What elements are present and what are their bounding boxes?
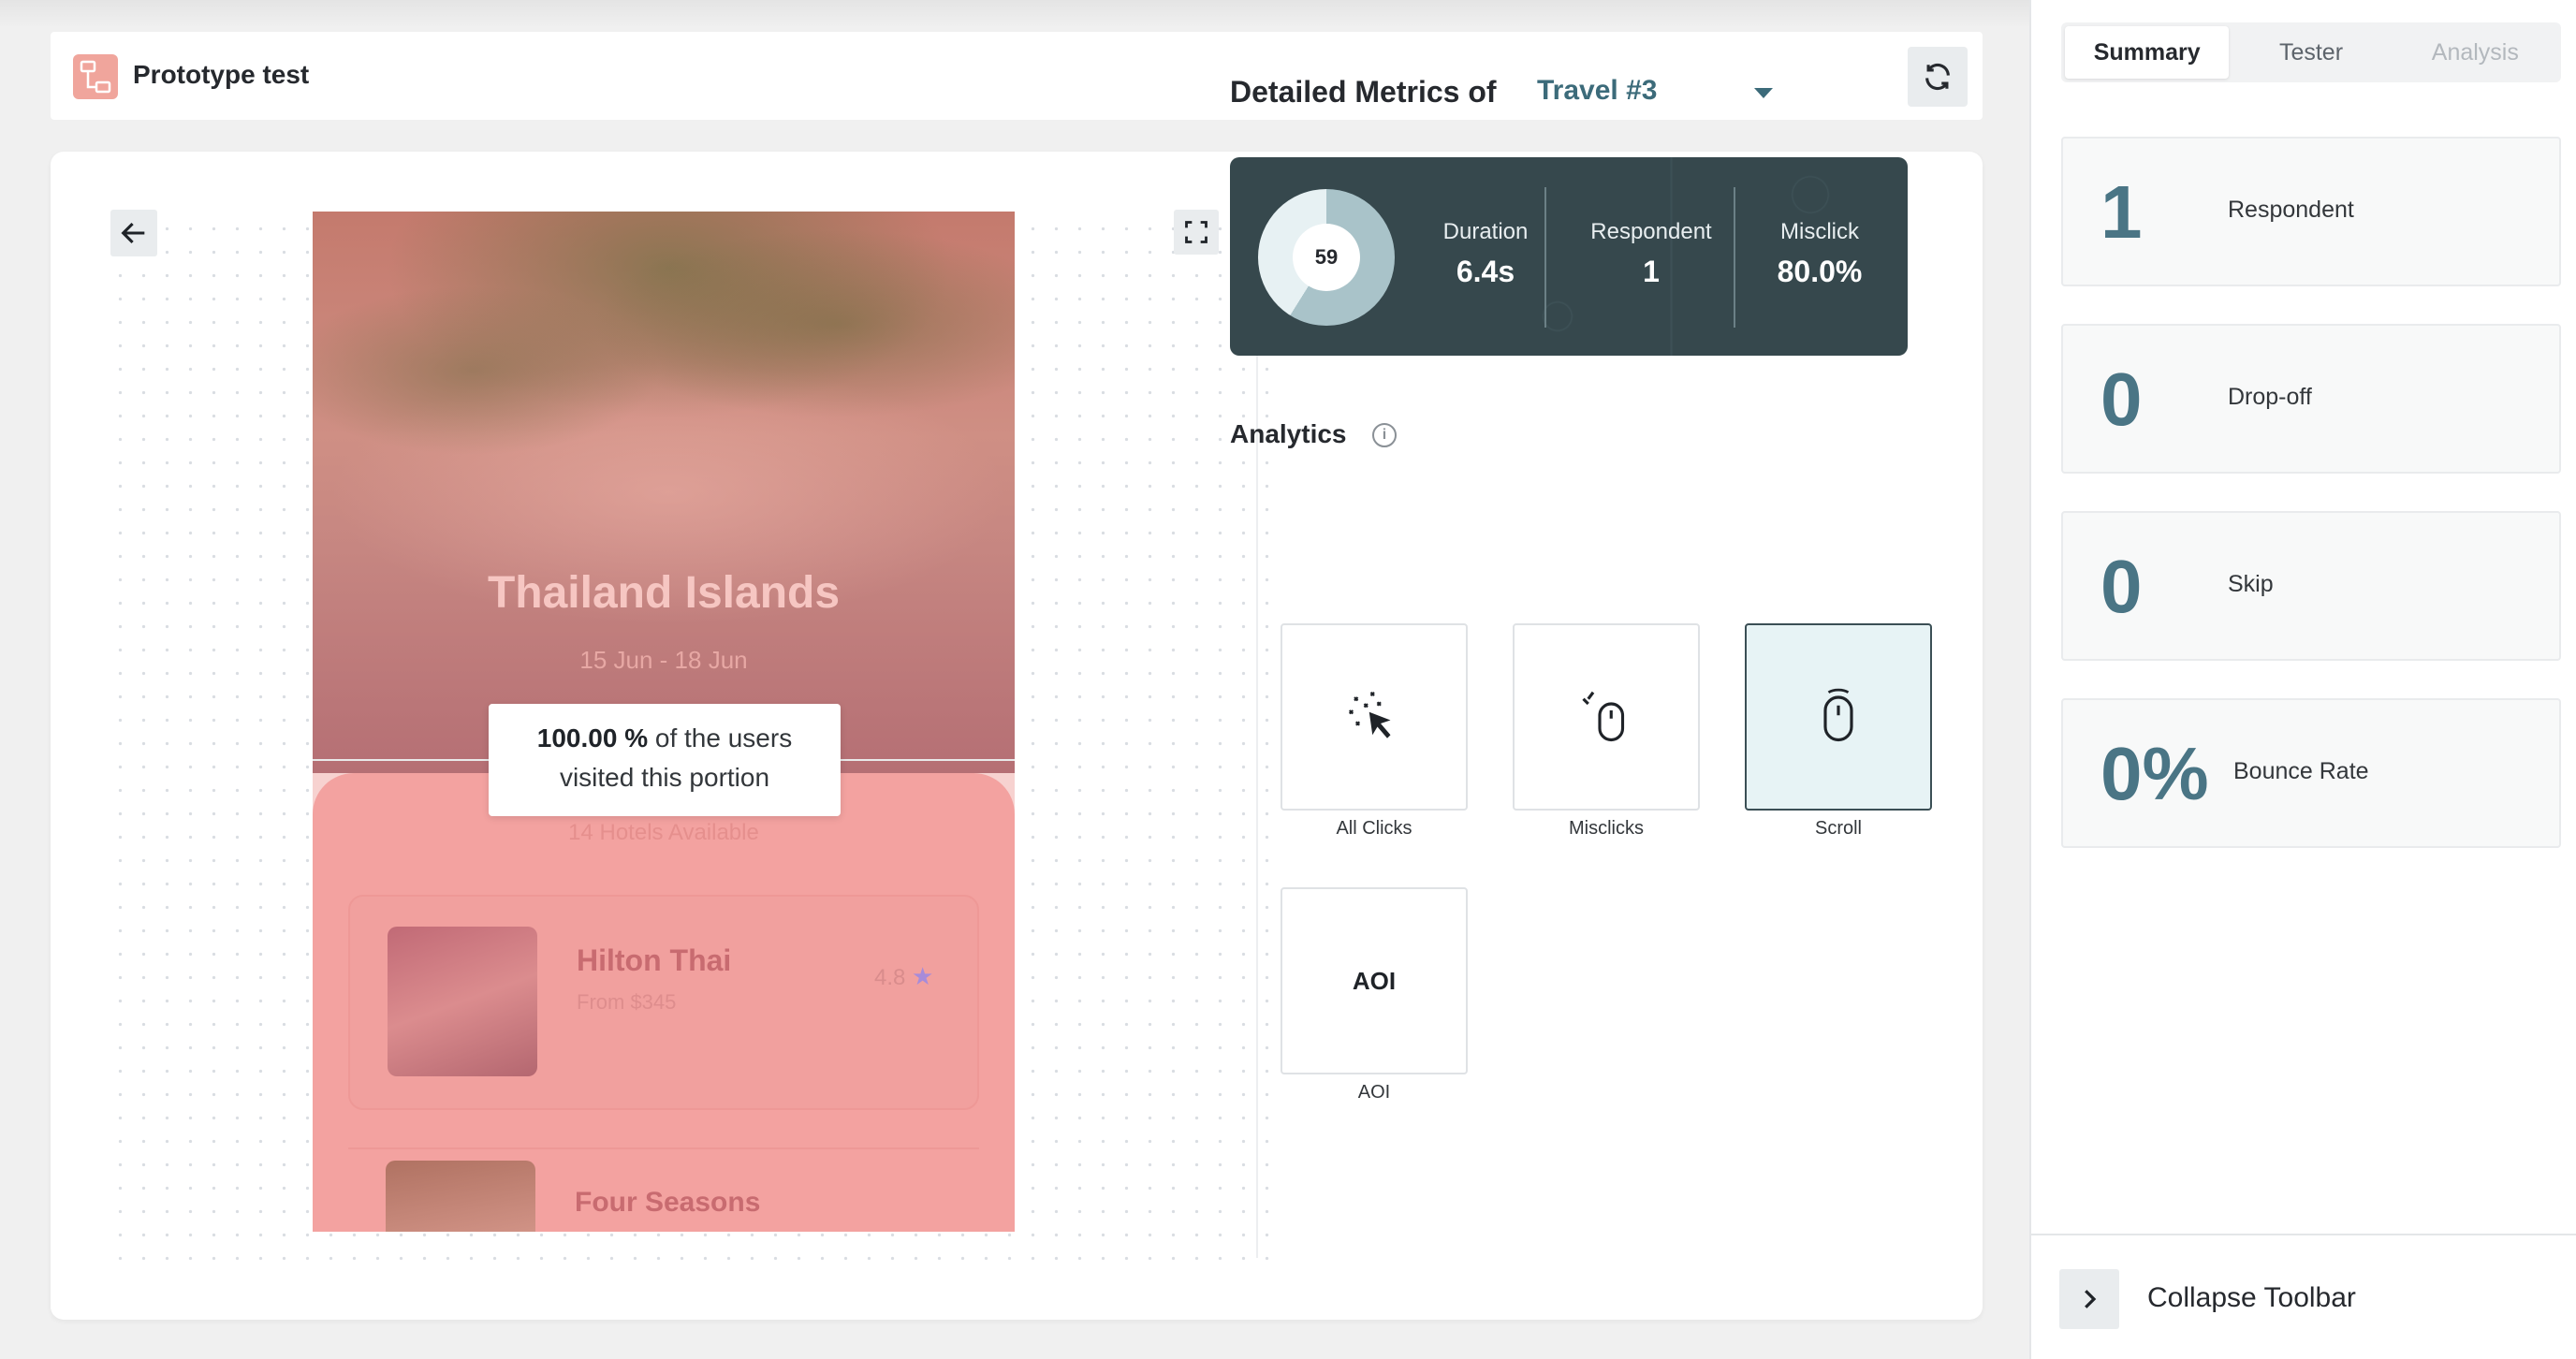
- metric-misclick: Misclick 80.0%: [1745, 219, 1895, 289]
- metric-duration: Duration 6.4s: [1425, 219, 1546, 289]
- stat-card-skip: 0 Skip: [2061, 511, 2561, 661]
- metric-label: Respondent: [1590, 219, 1712, 244]
- metrics-summary-panel: 59 Duration 6.4s Respondent 1 Misclick 8…: [1230, 157, 1908, 356]
- arrow-left-icon: [121, 222, 145, 244]
- hotel-card: Four Seasons: [348, 1147, 979, 1232]
- duration-donut-chart: 59: [1258, 189, 1395, 326]
- aoi-icon: AOI: [1352, 966, 1397, 995]
- collapse-toolbar-label[interactable]: Collapse Toolbar: [2147, 1282, 2356, 1314]
- back-button[interactable]: [110, 210, 157, 256]
- stat-label: Skip: [2228, 571, 2274, 597]
- stat-label: Drop-off: [2228, 384, 2312, 410]
- hotel-sheet: 14 Hotels Available Hilton Thai From $34…: [313, 773, 1015, 1232]
- misclicks-tile[interactable]: [1513, 623, 1700, 811]
- hotel-thumbnail: [386, 1161, 535, 1232]
- all-clicks-tile[interactable]: [1281, 623, 1468, 811]
- screen-select[interactable]: Travel #3: [1537, 75, 1657, 107]
- donut-value: 59: [1293, 224, 1360, 291]
- panel-divider: [1256, 210, 1258, 1258]
- aoi-tile[interactable]: AOI: [1281, 887, 1468, 1074]
- refresh-icon: [1925, 63, 1950, 91]
- refresh-button[interactable]: [1908, 47, 1968, 107]
- hotels-available: 14 Hotels Available: [568, 820, 759, 845]
- top-shade: [0, 0, 2029, 28]
- stat-card-drop-off: 0 Drop-off: [2061, 324, 2561, 474]
- tooltip-percent: 100.00 %: [536, 723, 649, 753]
- stat-value: 1: [2100, 170, 2143, 254]
- fullscreen-button[interactable]: [1174, 210, 1219, 255]
- scroll-tile[interactable]: [1745, 623, 1932, 811]
- scroll-mouse-icon: [1823, 688, 1853, 742]
- chevron-down-icon[interactable]: [1754, 88, 1773, 98]
- stat-card-bounce-rate: 0% Bounce Rate: [2061, 698, 2561, 848]
- metric-value: 6.4s: [1456, 255, 1515, 288]
- hotel-rating: 4.8 ★: [874, 962, 933, 991]
- tab-tester[interactable]: Tester: [2229, 26, 2393, 79]
- stat-value: 0%: [2100, 732, 2209, 815]
- right-toolbar: Summary Tester Analysis 1 Respondent 0 D…: [2029, 0, 2576, 1359]
- mouse-misclick-icon: [1582, 691, 1625, 742]
- hotel-thumbnail: [388, 927, 537, 1076]
- page-title: Prototype test: [133, 60, 310, 89]
- metric-label: Duration: [1442, 219, 1529, 244]
- screen-title: Thailand Islands: [487, 568, 841, 618]
- chevron-right-icon: [2085, 1290, 2097, 1308]
- collapse-toolbar-button[interactable]: [2059, 1269, 2119, 1329]
- tooltip-text-line2: visited this portion: [559, 763, 770, 792]
- metric-divider: [1734, 187, 1735, 328]
- hotel-name: Four Seasons: [575, 1187, 761, 1218]
- heatmap-tooltip: 100.00 % of the users visited this porti…: [489, 704, 841, 816]
- metric-respondent: Respondent 1: [1559, 219, 1743, 289]
- metric-label: Misclick: [1780, 219, 1859, 244]
- prototype-icon: [73, 54, 118, 99]
- metrics-title: Detailed Metrics of: [1230, 75, 1497, 109]
- tab-summary[interactable]: Summary: [2065, 26, 2230, 79]
- hero-image: [313, 212, 1015, 773]
- all-clicks-label: All Clicks: [1336, 818, 1412, 839]
- rating-value: 4.8: [874, 965, 906, 990]
- screen-dates: 15 Jun - 18 Jun: [579, 646, 748, 674]
- stat-value: 0: [2100, 358, 2143, 441]
- scroll-label: Scroll: [1814, 818, 1862, 839]
- tab-analysis[interactable]: Analysis: [2393, 26, 2557, 79]
- expand-icon: [1185, 221, 1208, 243]
- hotel-card: Hilton Thai From $345 4.8 ★: [348, 895, 979, 1110]
- stat-card-respondent: 1 Respondent: [2061, 137, 2561, 286]
- sidebar-tabs: Summary Tester Analysis: [2061, 22, 2561, 82]
- star-icon: ★: [912, 962, 934, 990]
- metric-value: 80.0%: [1777, 255, 1863, 288]
- stat-label: Bounce Rate: [2233, 758, 2369, 784]
- info-icon[interactable]: i: [1372, 423, 1397, 447]
- hotel-name: Hilton Thai: [577, 943, 732, 977]
- misclicks-label: Misclicks: [1569, 818, 1644, 839]
- aoi-label: AOI: [1357, 1082, 1391, 1103]
- analytics-title: Analytics: [1230, 419, 1347, 448]
- header-bar: Prototype test: [51, 32, 1983, 120]
- sidebar-divider: [2031, 1234, 2576, 1235]
- tooltip-text: of the users: [648, 723, 793, 753]
- stat-label: Respondent: [2228, 197, 2354, 223]
- clicks-icon: [1348, 691, 1391, 738]
- metric-divider: [1544, 187, 1546, 328]
- metric-value: 1: [1643, 255, 1660, 288]
- stat-value: 0: [2100, 545, 2143, 628]
- hotel-price: From $345: [577, 990, 677, 1014]
